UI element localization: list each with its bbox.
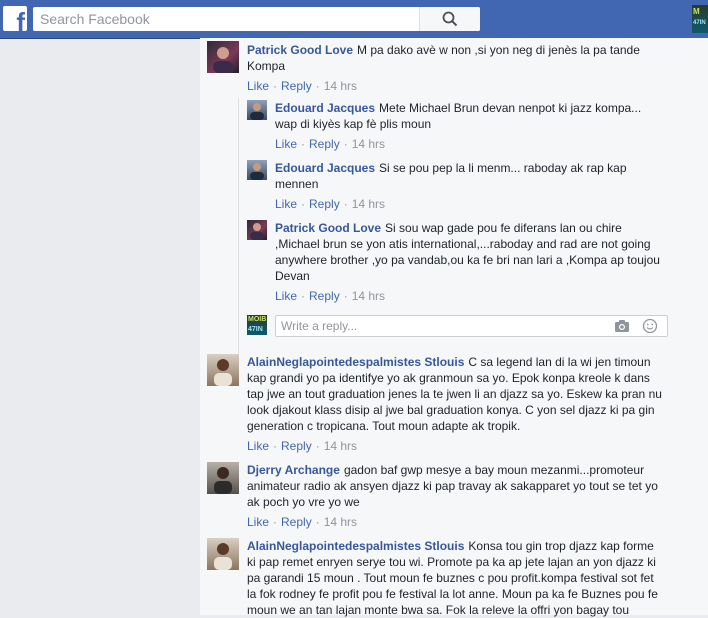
comment-text: AlainNeglapointedespalmistes Stlouis Kons… — [247, 539, 658, 617]
like-link[interactable]: Like — [275, 197, 297, 211]
comment-author-link[interactable]: Edouard Jacques — [275, 101, 375, 115]
reply-input[interactable] — [276, 316, 601, 336]
avatar[interactable] — [247, 160, 267, 180]
avatar[interactable] — [207, 538, 239, 570]
comments-feed: Patrick Good Love M pa dako avè w non ,si… — [200, 38, 708, 617]
search-input[interactable] — [33, 7, 435, 31]
reply-link[interactable]: Reply — [281, 79, 312, 93]
comment-timestamp: 14 hrs — [323, 439, 358, 453]
reply-text: Edouard Jacques Si se pou pep la li menm.… — [275, 161, 627, 191]
comment-timestamp: 14 hrs — [351, 137, 386, 151]
reply-link[interactable]: Reply — [281, 439, 312, 453]
reply-thread-line — [238, 98, 239, 353]
user-avatar-icon — [214, 359, 232, 386]
reply-link[interactable]: Reply — [309, 197, 340, 211]
like-link[interactable]: Like — [275, 289, 297, 303]
comment-timestamp: 14 hrs — [351, 289, 386, 303]
comment-timestamp: 14 hrs — [323, 515, 358, 529]
comment-author-link[interactable]: Edouard Jacques — [275, 161, 375, 175]
search-button[interactable] — [419, 7, 480, 31]
comment-timestamp: 14 hrs — [323, 79, 358, 93]
top-bar: f M 47IN — [0, 0, 708, 39]
reply-actions: Like · Reply · 14 hrs — [275, 289, 386, 303]
reply-composer — [275, 315, 668, 337]
avatar[interactable] — [247, 220, 267, 240]
emoji-icon[interactable] — [642, 318, 658, 334]
user-avatar-icon — [250, 103, 264, 120]
facebook-logo-icon[interactable]: f — [3, 6, 27, 31]
comment-text: AlainNeglapointedespalmistes Stlouis C sa… — [247, 355, 662, 433]
user-avatar-icon — [214, 467, 232, 494]
reply-text: Edouard Jacques Mete Michael Brun devan n… — [275, 101, 642, 131]
comment-author-link[interactable]: AlainNeglapointedespalmistes Stlouis — [247, 355, 464, 369]
camera-icon[interactable] — [614, 318, 630, 334]
like-link[interactable]: Like — [247, 79, 269, 93]
comment-text: Djerry Archange gadon baf gwp mesye a bay… — [247, 463, 658, 509]
reply-text: Patrick Good Love Si sou wap gade pou fe … — [275, 221, 660, 283]
reply-actions: Like · Reply · 14 hrs — [275, 197, 386, 211]
search-bar — [33, 7, 480, 31]
comment-author-link[interactable]: Patrick Good Love — [275, 221, 381, 235]
comment-actions: Like · Reply · 14 hrs — [247, 515, 358, 529]
user-avatar-icon — [213, 47, 233, 73]
comment-actions: Like · Reply · 14 hrs — [247, 439, 358, 453]
user-avatar-icon — [250, 163, 264, 180]
like-link[interactable]: Like — [247, 439, 269, 453]
comment-author-link[interactable]: AlainNeglapointedespalmistes Stlouis — [247, 539, 464, 553]
profile-thumbnail[interactable]: M 47IN — [692, 5, 708, 33]
like-link[interactable]: Like — [275, 137, 297, 151]
user-avatar-icon — [250, 223, 264, 240]
reply-link[interactable]: Reply — [309, 137, 340, 151]
reply-link[interactable]: Reply — [309, 289, 340, 303]
reply-actions: Like · Reply · 14 hrs — [275, 137, 386, 151]
avatar[interactable] — [207, 41, 239, 73]
avatar[interactable] — [207, 462, 239, 494]
comment-timestamp: 14 hrs — [351, 197, 386, 211]
user-avatar-icon — [214, 543, 232, 570]
comment-author-link[interactable]: Patrick Good Love — [247, 43, 353, 57]
avatar[interactable] — [247, 100, 267, 120]
like-link[interactable]: Like — [247, 515, 269, 529]
avatar[interactable] — [207, 354, 239, 386]
comment-actions: Like · Reply · 14 hrs — [247, 79, 358, 93]
my-avatar: MOIB 47IN — [247, 315, 267, 335]
comment-author-link[interactable]: Djerry Archange — [247, 463, 340, 477]
comment-text: Patrick Good Love M pa dako avè w non ,si… — [247, 43, 640, 73]
reply-link[interactable]: Reply — [281, 515, 312, 529]
search-icon — [442, 11, 458, 27]
